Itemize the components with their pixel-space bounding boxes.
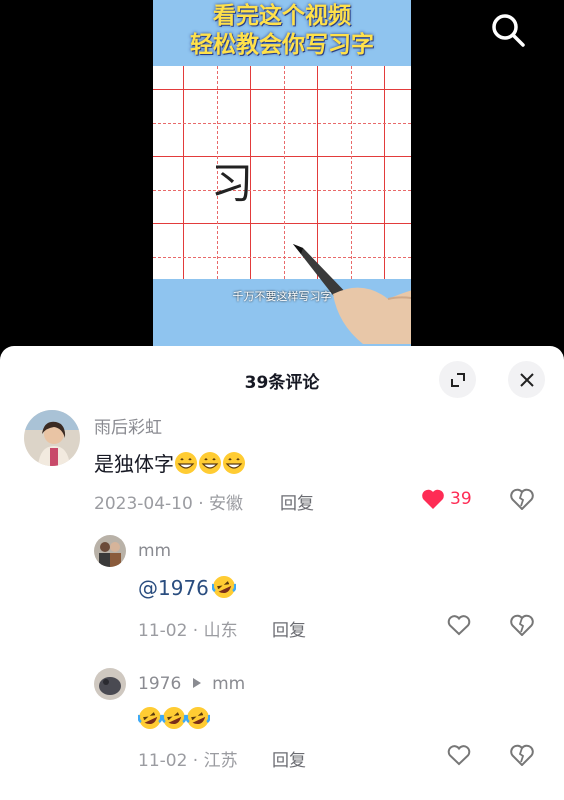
reply-author[interactable]: 1976 xyxy=(138,674,181,694)
expand-button[interactable] xyxy=(439,361,476,398)
mention-link[interactable]: @1976 xyxy=(138,576,209,600)
comment-date-location: 2023-04-10 · 安徽 xyxy=(94,494,244,514)
close-icon xyxy=(519,372,534,387)
comment-username[interactable]: 雨后彩虹 xyxy=(94,413,162,438)
avatar[interactable] xyxy=(94,668,126,700)
comment-text xyxy=(138,706,210,731)
rofl-emoji-icon xyxy=(162,707,186,729)
avatar[interactable] xyxy=(24,410,80,466)
search-icon[interactable] xyxy=(490,12,526,48)
broken-heart-icon[interactable] xyxy=(510,488,534,510)
reply-arrow-icon xyxy=(192,678,201,688)
video-title: 看完这个视频 轻松教会你写习字 xyxy=(153,0,411,66)
grin-emoji-icon xyxy=(223,452,245,474)
rofl-emoji-icon xyxy=(211,576,236,598)
video-title-line2: 轻松教会你写习字 xyxy=(190,32,374,58)
reply-button[interactable]: 回复 xyxy=(272,616,306,641)
grid-paper: 习 xyxy=(153,66,411,344)
comment-username: 1976 mm xyxy=(138,674,245,694)
comment-text: @1976 xyxy=(138,575,236,600)
video-subtitle: 千万不要这样写习字 xyxy=(232,290,332,303)
comments-sheet: 39条评论 雨后彩虹 是独体字 2023-04-10 · 安徽 回复 39 mm… xyxy=(0,346,564,800)
heart-outline-icon[interactable] xyxy=(447,614,471,636)
heart-filled-icon[interactable] xyxy=(421,488,445,510)
video-frame: 看完这个视频 轻松教会你写习字 习 千万不要这样写习字 xyxy=(153,0,411,346)
comment-date-location: 11-02 · 山东 xyxy=(138,621,238,641)
comment-date-location: 11-02 · 江苏 xyxy=(138,751,238,771)
video-title-line1: 看完这个视频 xyxy=(213,3,351,29)
reply-button[interactable]: 回复 xyxy=(272,746,306,771)
heart-outline-icon[interactable] xyxy=(447,744,471,766)
grin-emoji-icon xyxy=(175,452,197,474)
reply-target[interactable]: mm xyxy=(212,674,245,694)
broken-heart-icon[interactable] xyxy=(510,614,534,636)
written-character: 习 xyxy=(211,159,254,208)
avatar[interactable] xyxy=(94,535,126,567)
close-button[interactable] xyxy=(508,361,545,398)
rofl-emoji-icon xyxy=(186,707,210,729)
broken-heart-icon[interactable] xyxy=(510,744,534,766)
comment-username[interactable]: mm xyxy=(138,541,171,561)
reply-button[interactable]: 回复 xyxy=(280,489,314,514)
video-player[interactable]: 看完这个视频 轻松教会你写习字 习 千万不要这样写习字 xyxy=(0,0,564,360)
comment-text: 是独体字 xyxy=(94,448,246,477)
comments-count-title: 39条评论 xyxy=(244,373,320,393)
grin-emoji-icon xyxy=(199,452,221,474)
comment-text-body: 是独体字 xyxy=(94,452,174,476)
expand-icon xyxy=(450,372,465,387)
rofl-emoji-icon xyxy=(138,707,162,729)
like-count: 39 xyxy=(450,489,472,509)
